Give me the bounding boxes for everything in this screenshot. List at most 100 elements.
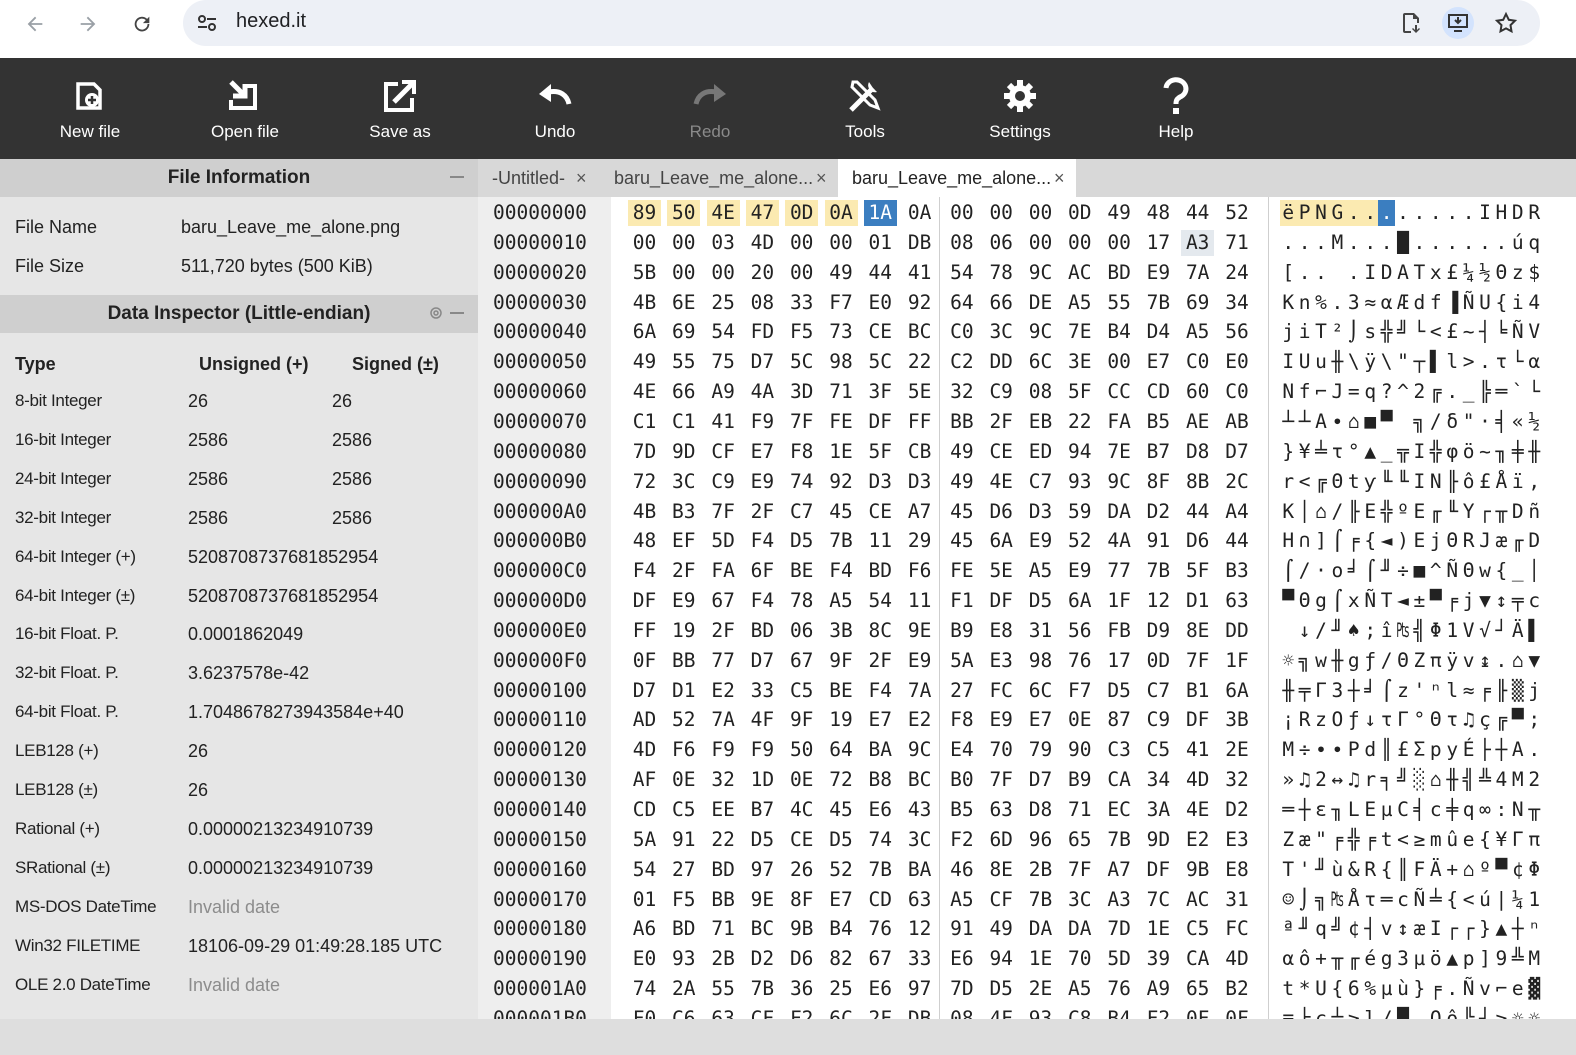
hex-byte[interactable]: D2 bbox=[1142, 499, 1175, 525]
open-file-button[interactable]: Open file bbox=[190, 58, 300, 159]
ascii-char[interactable]: ↕ bbox=[1395, 916, 1411, 942]
hex-byte[interactable]: 4E bbox=[706, 200, 740, 226]
hex-byte[interactable]: 17 bbox=[1103, 648, 1136, 674]
hex-byte[interactable]: 6E bbox=[667, 290, 700, 316]
hex-byte[interactable]: A5 bbox=[1063, 976, 1096, 1002]
hex-byte[interactable]: 4A bbox=[1103, 528, 1136, 554]
hex-byte[interactable]: A3 bbox=[1181, 229, 1215, 256]
hex-byte[interactable]: 12 bbox=[903, 916, 936, 942]
hex-byte[interactable]: 93 bbox=[667, 946, 700, 972]
hex-byte[interactable]: BC bbox=[903, 767, 936, 793]
hex-byte[interactable]: 1E bbox=[1142, 916, 1175, 942]
ascii-char[interactable]: ú bbox=[1510, 230, 1526, 256]
hex-byte[interactable]: 00 bbox=[945, 200, 978, 226]
hex-byte[interactable]: 4D bbox=[746, 230, 779, 256]
ascii-char[interactable]: ┘ bbox=[1493, 618, 1509, 644]
ascii-char[interactable]: ñ bbox=[1526, 499, 1542, 525]
ascii-char[interactable]: ú bbox=[1477, 887, 1493, 913]
ascii-char[interactable]: . bbox=[1280, 230, 1296, 256]
hex-byte[interactable]: 56 bbox=[1063, 618, 1096, 644]
ascii-char[interactable]: ╤ bbox=[1510, 588, 1526, 614]
hex-byte[interactable]: E6 bbox=[864, 976, 897, 1002]
ascii-char[interactable]: U bbox=[1313, 976, 1329, 1002]
hex-byte[interactable]: 22 bbox=[707, 827, 740, 853]
hex-byte[interactable]: CE bbox=[864, 499, 897, 525]
hex-byte[interactable]: 00 bbox=[1063, 230, 1096, 256]
ascii-char[interactable]: Φ bbox=[1428, 618, 1444, 644]
ascii-char[interactable]: ╩ bbox=[1477, 767, 1493, 793]
hex-byte[interactable]: 9C bbox=[903, 737, 936, 763]
hex-byte[interactable]: CD bbox=[864, 887, 897, 913]
ascii-char[interactable]: ╜ bbox=[1296, 916, 1312, 942]
hex-byte[interactable]: 27 bbox=[945, 678, 978, 704]
hex-byte[interactable]: E9 bbox=[667, 588, 700, 614]
ascii-char[interactable]: ╬ bbox=[1346, 827, 1362, 853]
ascii-char[interactable]: c bbox=[1428, 797, 1444, 823]
ascii-char[interactable]: O bbox=[1428, 1006, 1444, 1019]
ascii-char[interactable]: ♫ bbox=[1346, 767, 1362, 793]
hex-byte[interactable]: 66 bbox=[985, 290, 1018, 316]
hex-byte[interactable]: E8 bbox=[1221, 857, 1254, 883]
ascii-char[interactable]: N bbox=[1510, 797, 1526, 823]
hex-byte[interactable]: 5F bbox=[864, 439, 897, 465]
ascii-char[interactable]: ┼ bbox=[1493, 737, 1509, 763]
ascii-char[interactable]: ù bbox=[1329, 857, 1345, 883]
ascii-char[interactable]: ☼ bbox=[1526, 1006, 1542, 1019]
ascii-char[interactable]: ═ bbox=[1280, 797, 1296, 823]
ascii-char[interactable]: û bbox=[1444, 827, 1460, 853]
hex-byte[interactable]: A9 bbox=[707, 379, 740, 405]
hex-byte[interactable]: C7 bbox=[785, 499, 818, 525]
ascii-char[interactable]: ô bbox=[1444, 1006, 1460, 1019]
hex-byte[interactable]: EB bbox=[1024, 409, 1057, 435]
hex-byte[interactable]: E7 bbox=[746, 439, 779, 465]
hex-byte[interactable]: 0D bbox=[1142, 648, 1175, 674]
hex-byte[interactable]: 9D bbox=[1142, 827, 1175, 853]
inspector-value[interactable]: 3.6237578e-42 bbox=[188, 663, 309, 684]
ascii-char[interactable]: Ñ bbox=[1460, 976, 1476, 1002]
hex-byte[interactable]: A7 bbox=[903, 499, 936, 525]
ascii-char[interactable]: é bbox=[1362, 946, 1378, 972]
hex-byte[interactable]: BD bbox=[746, 618, 779, 644]
ascii-char[interactable]: I bbox=[1280, 349, 1296, 375]
ascii-char[interactable]: . bbox=[1477, 349, 1493, 375]
ascii-char[interactable]: ∩ bbox=[1296, 528, 1312, 554]
hex-byte[interactable]: 70 bbox=[1063, 946, 1096, 972]
hex-byte[interactable]: E4 bbox=[945, 737, 978, 763]
ascii-char[interactable]: Ñ bbox=[1460, 290, 1476, 316]
ascii-char[interactable]: ┌ bbox=[1444, 916, 1460, 942]
ascii-char[interactable]: ç bbox=[1477, 707, 1493, 733]
hex-byte[interactable]: 0E bbox=[667, 767, 700, 793]
ascii-char[interactable]: ⌂ bbox=[1346, 409, 1362, 435]
hex-byte[interactable]: 06 bbox=[785, 618, 818, 644]
hex-byte[interactable]: E7 bbox=[864, 707, 897, 733]
hex-byte[interactable]: FA bbox=[1103, 409, 1136, 435]
hex-byte[interactable]: 3E bbox=[1063, 349, 1096, 375]
ascii-char[interactable]: ₧ bbox=[1395, 618, 1411, 644]
hex-byte[interactable]: AC bbox=[1063, 260, 1096, 286]
hex-byte[interactable]: D2 bbox=[1221, 797, 1254, 823]
ascii-char[interactable]: ; bbox=[1526, 707, 1542, 733]
hex-byte[interactable]: 0A bbox=[903, 200, 936, 226]
hex-byte[interactable]: F4 bbox=[628, 558, 661, 584]
hex-byte[interactable]: DF bbox=[985, 588, 1018, 614]
ascii-char[interactable]: f bbox=[1428, 290, 1444, 316]
ascii-char[interactable]: î bbox=[1378, 618, 1394, 644]
ascii-char[interactable]: ▒ bbox=[1510, 678, 1526, 704]
ascii-char[interactable]: D bbox=[1526, 528, 1542, 554]
ascii-char[interactable]: ╙ bbox=[1378, 469, 1394, 495]
ascii-char[interactable]: £ bbox=[1477, 469, 1493, 495]
hex-byte[interactable]: F2 bbox=[945, 827, 978, 853]
ascii-char[interactable]: f bbox=[1296, 379, 1312, 405]
hex-byte[interactable]: BB bbox=[707, 887, 740, 913]
ascii-char[interactable]: ╡ bbox=[1493, 409, 1509, 435]
hex-byte[interactable]: 55 bbox=[667, 349, 700, 375]
ascii-char[interactable]: . bbox=[1493, 648, 1509, 674]
ascii-char[interactable]: 4 bbox=[1526, 290, 1542, 316]
inspector-value[interactable]: 2586 bbox=[188, 469, 228, 490]
ascii-char[interactable]: ¥ bbox=[1296, 439, 1312, 465]
hex-byte[interactable]: 98 bbox=[825, 349, 858, 375]
hex-byte[interactable]: 27 bbox=[667, 857, 700, 883]
ascii-char[interactable]: ⌠ bbox=[1362, 558, 1378, 584]
inspector-value[interactable]: Invalid date bbox=[188, 975, 280, 996]
ascii-char[interactable]: ┌ bbox=[1477, 499, 1493, 525]
